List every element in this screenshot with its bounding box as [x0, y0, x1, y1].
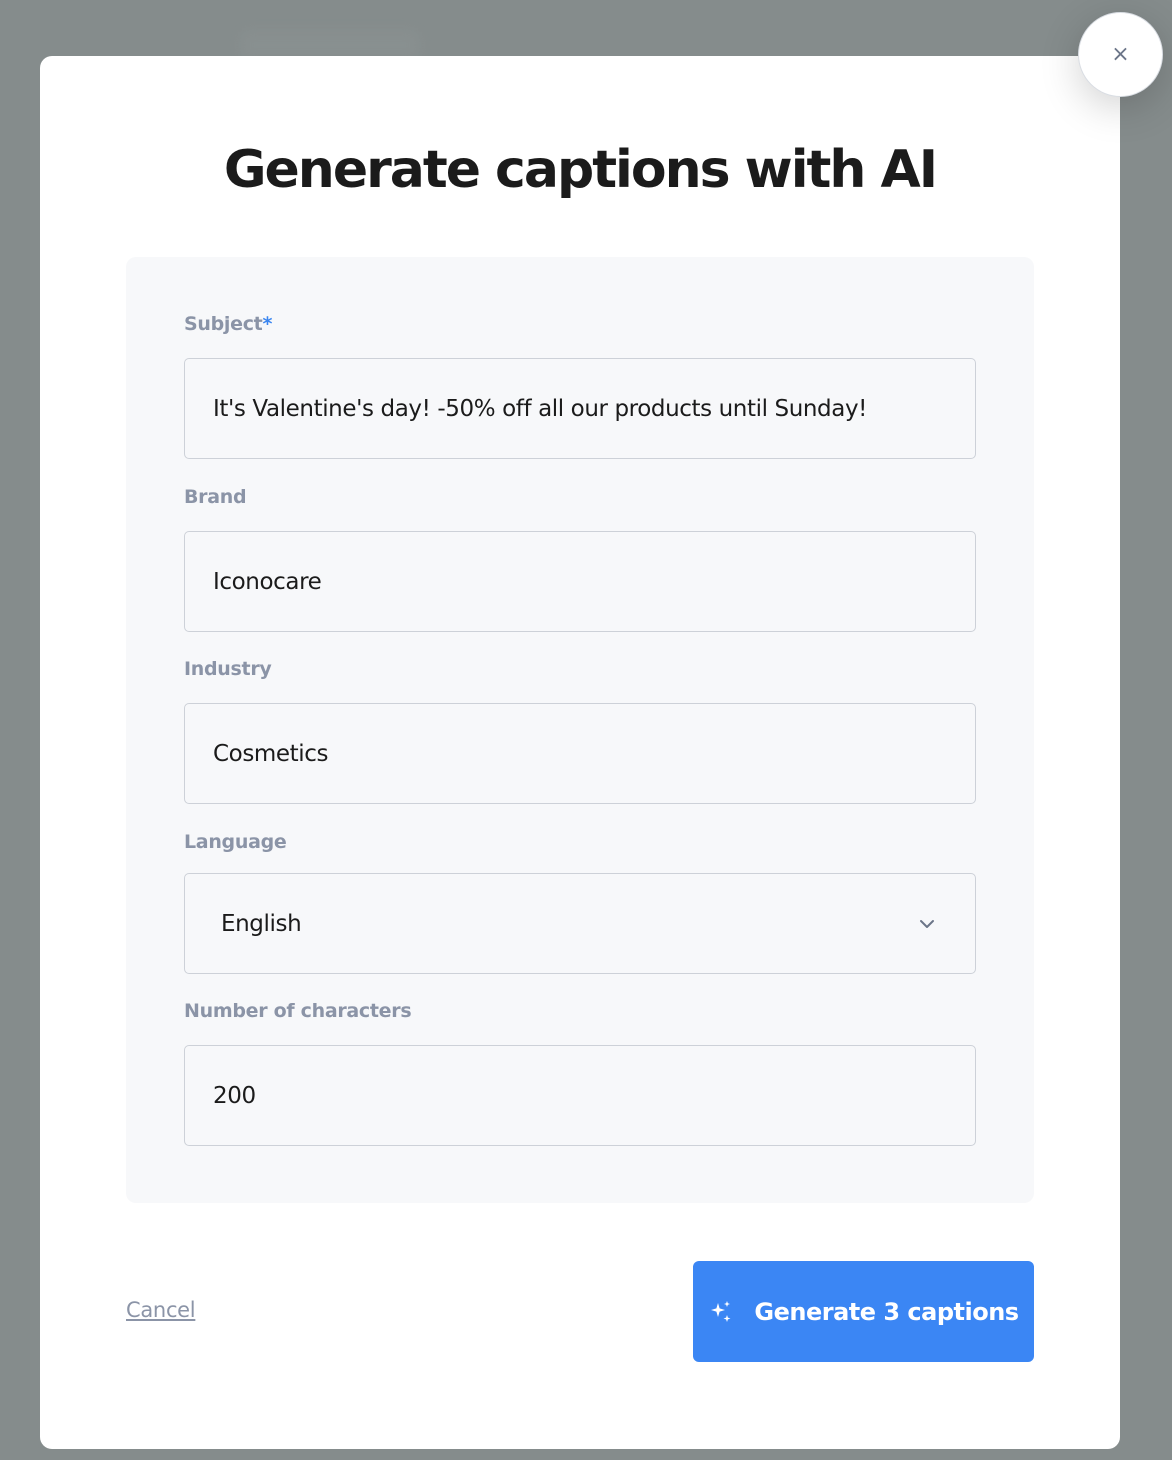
subject-input-value: It's Valentine's day! -50% off all our p…: [213, 395, 867, 422]
close-icon: ×: [1111, 42, 1130, 67]
language-selected-value: English: [221, 910, 302, 937]
dialog-title: Generate captions with AI: [223, 140, 938, 200]
brand-label: Brand: [184, 486, 247, 508]
characters-label: Number of characters: [184, 1000, 412, 1022]
industry-label: Industry: [184, 658, 272, 680]
generate-button-label: Generate 3 captions: [754, 1297, 1019, 1326]
industry-input-value: Cosmetics: [213, 740, 329, 767]
brand-input[interactable]: Iconocare: [184, 531, 976, 632]
form-panel: Subject* It's Valentine's day! -50% off …: [126, 257, 1034, 1203]
language-select[interactable]: English: [184, 873, 976, 974]
chevron-down-icon: [919, 919, 935, 929]
subject-input[interactable]: It's Valentine's day! -50% off all our p…: [184, 358, 976, 459]
close-dialog-button[interactable]: ×: [1078, 12, 1163, 97]
cancel-link[interactable]: Cancel: [126, 1298, 196, 1322]
industry-input[interactable]: Cosmetics: [184, 703, 976, 804]
subject-label-text: Subject: [184, 313, 263, 335]
subject-label: Subject*: [184, 313, 272, 335]
generate-captions-button[interactable]: Generate 3 captions: [693, 1261, 1034, 1362]
required-asterisk: *: [262, 313, 273, 335]
characters-input-value: 200: [213, 1082, 256, 1109]
characters-input[interactable]: 200: [184, 1045, 976, 1146]
brand-input-value: Iconocare: [213, 568, 322, 595]
generate-captions-dialog: Generate captions with AI Subject* It's …: [40, 56, 1120, 1449]
sparkles-icon: [708, 1299, 734, 1325]
language-label: Language: [184, 831, 287, 853]
